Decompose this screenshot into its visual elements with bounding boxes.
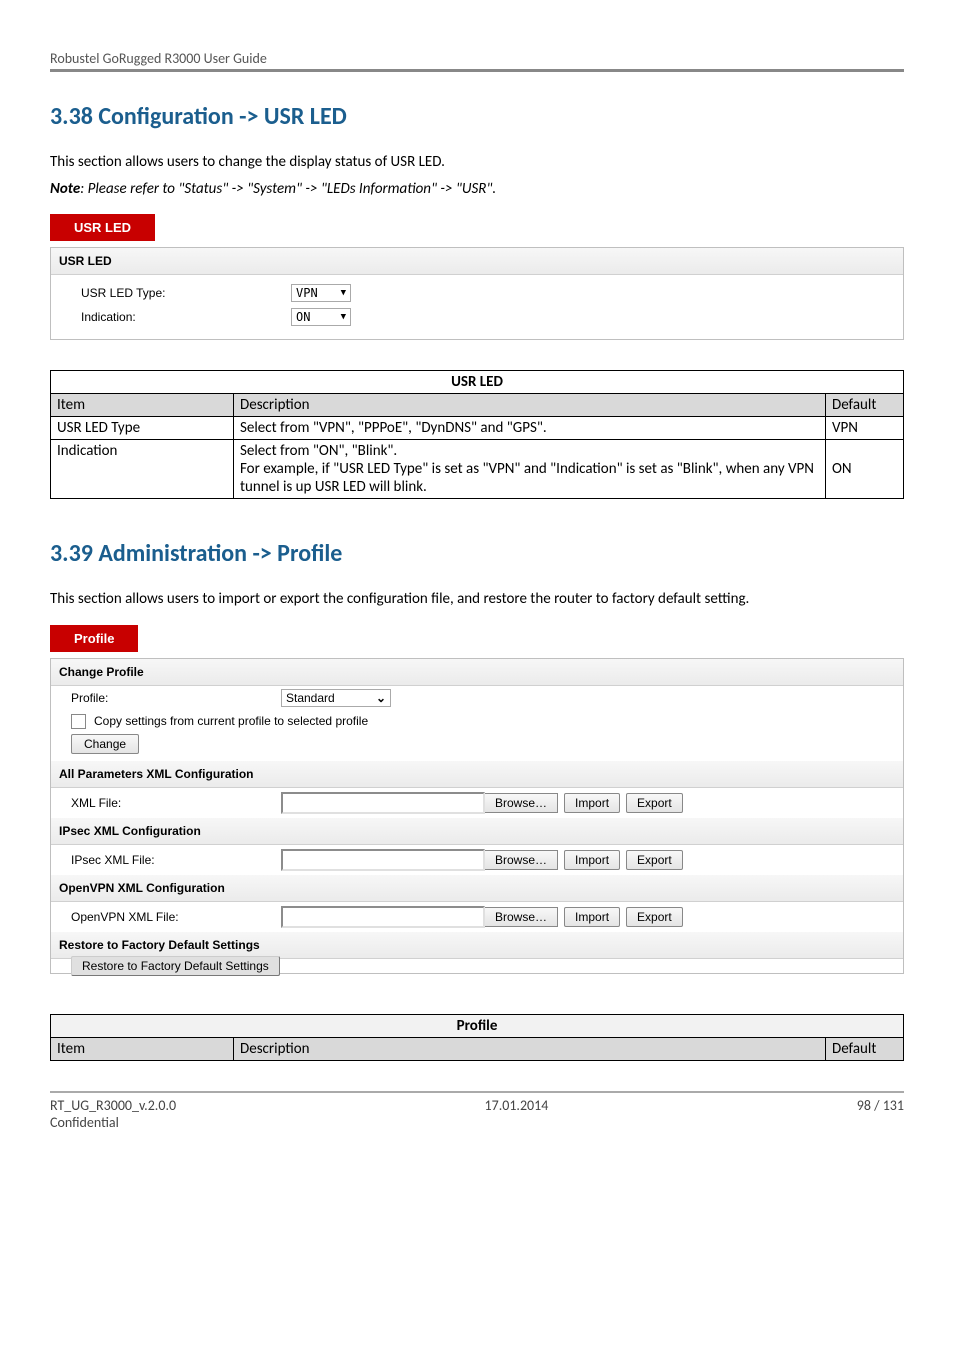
footer-date: 17.01.2014 xyxy=(485,1097,549,1131)
input-xml-file[interactable] xyxy=(281,792,485,814)
panel-header-usr-led: USR LED xyxy=(51,248,903,275)
browse-button[interactable]: Browse… xyxy=(485,850,558,870)
select-usr-led-type[interactable]: VPN ▼ xyxy=(291,284,351,302)
note-label: Note xyxy=(50,180,80,198)
export-button[interactable]: Export xyxy=(626,850,683,870)
select-value: Standard xyxy=(286,691,335,705)
th-default: Default xyxy=(826,394,904,417)
th-desc: Description xyxy=(234,394,826,417)
tab-profile[interactable]: Profile xyxy=(50,625,138,652)
label-profile: Profile: xyxy=(71,691,281,705)
section-heading-338: 3.38 Configuration -> USR LED xyxy=(50,102,904,131)
import-button[interactable]: Import xyxy=(564,907,620,927)
note-text: : Please refer to "Status" -> "System" -… xyxy=(80,180,496,198)
td-desc: Select from "ON", "Blink". For example, … xyxy=(234,440,826,499)
note-338: Note: Please refer to "Status" -> "Syste… xyxy=(50,178,904,201)
label-openvpn-file: OpenVPN XML File: xyxy=(71,910,281,924)
table-profile: Profile Item Description Default xyxy=(50,1014,904,1061)
footer-doc-id: RT_UG_R3000_v.2.0.0 xyxy=(50,1097,176,1114)
header-rule xyxy=(50,69,904,72)
panel-profile: Change Profile Profile: Standard ⌄ Copy … xyxy=(50,658,904,974)
header-change-profile: Change Profile xyxy=(51,659,903,686)
intro-339: This section allows users to import or e… xyxy=(50,588,904,611)
select-value: VPN xyxy=(296,286,318,300)
import-button[interactable]: Import xyxy=(564,850,620,870)
chevron-down-icon: ▼ xyxy=(341,312,346,322)
chevron-down-icon: ⌄ xyxy=(376,691,386,705)
chevron-down-icon: ▼ xyxy=(341,288,346,298)
restore-button[interactable]: Restore to Factory Default Settings xyxy=(71,956,280,976)
doc-header: Robustel GoRugged R3000 User Guide xyxy=(50,50,904,67)
select-value: ON xyxy=(296,310,310,324)
section-heading-339: 3.39 Administration -> Profile xyxy=(50,539,904,568)
select-indication[interactable]: ON ▼ xyxy=(291,308,351,326)
table-title: Profile xyxy=(51,1014,904,1037)
tab-usr-led[interactable]: USR LED xyxy=(50,214,155,241)
panel-usr-led: USR LED USR LED Type: VPN ▼ Indication: … xyxy=(50,247,904,340)
table-usr-led: USR LED Item Description Default USR LED… xyxy=(50,370,904,499)
th-item: Item xyxy=(51,1037,234,1060)
label-xml-file: XML File: xyxy=(71,796,281,810)
header-restore: Restore to Factory Default Settings xyxy=(51,932,903,959)
select-profile[interactable]: Standard ⌄ xyxy=(281,689,391,707)
th-item: Item xyxy=(51,394,234,417)
th-desc: Description xyxy=(234,1037,826,1060)
td-item: Indication xyxy=(51,440,234,499)
table-title: USR LED xyxy=(51,371,904,394)
footer-page: 98 / 131 xyxy=(857,1097,904,1131)
label-ipsec-file: IPsec XML File: xyxy=(71,853,281,867)
td-default: ON xyxy=(826,440,904,499)
label-usr-led-type: USR LED Type: xyxy=(81,286,291,300)
change-button[interactable]: Change xyxy=(71,734,139,754)
header-ipsec: IPsec XML Configuration xyxy=(51,818,903,845)
checkbox-copy-settings[interactable] xyxy=(71,714,86,729)
intro-338: This section allows users to change the … xyxy=(50,151,904,174)
footer-confidential: Confidential xyxy=(50,1114,176,1131)
label-copy-settings: Copy settings from current profile to se… xyxy=(94,714,368,728)
input-openvpn-file[interactable] xyxy=(281,906,485,928)
td-desc: Select from "VPN", "PPPoE", "DynDNS" and… xyxy=(234,417,826,440)
td-item: USR LED Type xyxy=(51,417,234,440)
input-ipsec-file[interactable] xyxy=(281,849,485,871)
header-openvpn: OpenVPN XML Configuration xyxy=(51,875,903,902)
header-all-params: All Parameters XML Configuration xyxy=(51,761,903,788)
export-button[interactable]: Export xyxy=(626,907,683,927)
import-button[interactable]: Import xyxy=(564,793,620,813)
browse-button[interactable]: Browse… xyxy=(485,907,558,927)
export-button[interactable]: Export xyxy=(626,793,683,813)
label-indication: Indication: xyxy=(81,310,291,324)
th-default: Default xyxy=(826,1037,904,1060)
browse-button[interactable]: Browse… xyxy=(485,793,558,813)
page-footer: RT_UG_R3000_v.2.0.0 Confidential 17.01.2… xyxy=(50,1091,904,1131)
td-default: VPN xyxy=(826,417,904,440)
